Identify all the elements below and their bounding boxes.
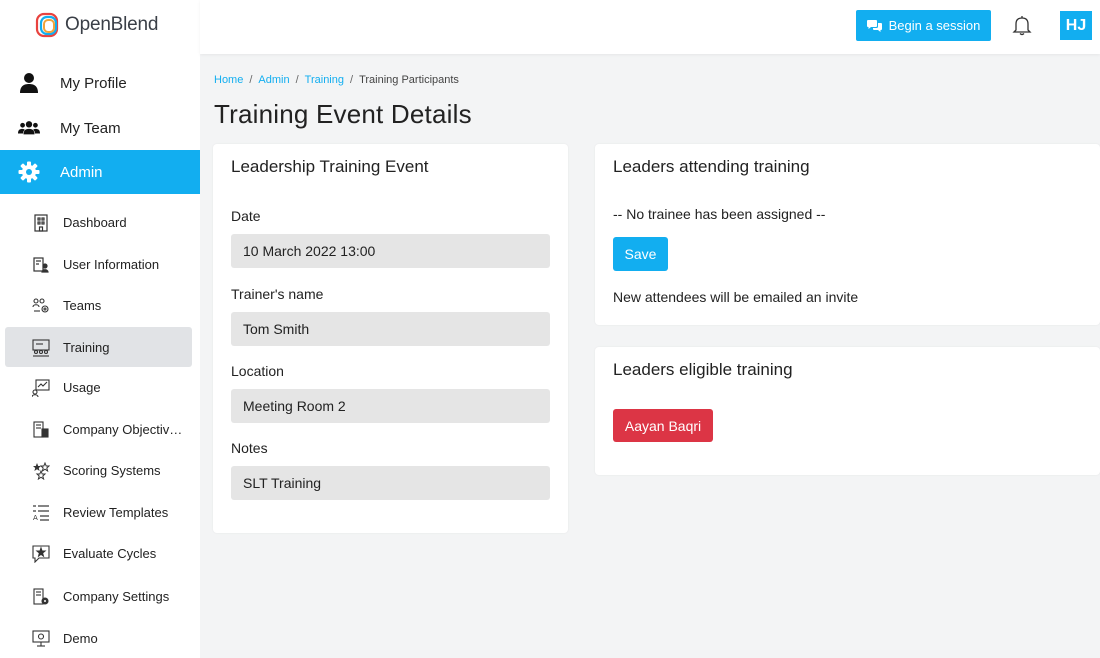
breadcrumb-current: Training Participants: [359, 74, 459, 86]
trainer-name-field: Tom Smith: [231, 312, 550, 346]
nav-label: My Profile: [60, 74, 127, 92]
subnav-company-objectives[interactable]: Company Objectiv…: [5, 409, 192, 449]
subnav-label: Evaluate Cycles: [63, 545, 157, 561]
breadcrumb: Home / Admin / Training / Training Parti…: [214, 74, 459, 86]
notes-field: SLT Training: [231, 466, 550, 500]
begin-session-button[interactable]: Begin a session: [856, 10, 991, 41]
begin-session-label: Begin a session: [888, 18, 981, 33]
location-field: Meeting Room 2: [231, 389, 550, 423]
subnav-training[interactable]: Training: [5, 327, 192, 367]
objectives-icon: [32, 421, 50, 439]
training-icon: [32, 339, 50, 357]
event-details-card: Leadership Training Event Date 10 March …: [213, 144, 568, 533]
nav-my-profile[interactable]: My Profile: [0, 61, 200, 105]
gear-icon: [18, 161, 40, 183]
app-name: OpenBlend: [65, 14, 159, 35]
subnav-evaluate-cycles[interactable]: Evaluate Cycles: [5, 533, 192, 573]
nav-label: Admin: [60, 163, 103, 181]
avatar[interactable]: HJ: [1060, 11, 1092, 40]
subnav-demo[interactable]: Demo: [5, 618, 192, 658]
top-bar: Begin a session HJ: [200, 0, 1100, 54]
eligible-leader-button[interactable]: Aayan Baqri: [613, 409, 713, 442]
trainer-name-label: Trainer's name: [231, 286, 324, 302]
stars-icon: [32, 461, 51, 481]
users-icon: [18, 117, 40, 139]
breadcrumb-home[interactable]: Home: [214, 74, 243, 86]
subnav-teams[interactable]: Teams: [5, 285, 192, 325]
svg-text:A: A: [33, 514, 38, 522]
settings-building-icon: [32, 588, 50, 606]
subnav-dashboard[interactable]: Dashboard: [5, 202, 192, 242]
no-trainee-message: -- No trainee has been assigned --: [613, 206, 826, 222]
subnav-label: Demo: [63, 630, 98, 646]
user-icon: [18, 72, 40, 94]
subnav-label: Teams: [63, 297, 102, 313]
location-label: Location: [231, 363, 284, 379]
subnav-user-information[interactable]: User Information: [5, 244, 192, 284]
subnav-company-settings[interactable]: Company Settings: [5, 576, 192, 616]
subnav-scoring-systems[interactable]: Scoring Systems: [5, 450, 192, 490]
subnav-label: User Information: [63, 256, 160, 272]
sidebar: OpenBlend My Profile My Team Admin Dashb…: [0, 0, 200, 658]
page-title: Training Event Details: [214, 99, 472, 129]
subnav-label: Company Settings: [63, 588, 170, 604]
teams-icon: [32, 297, 50, 315]
notes-label: Notes: [231, 440, 268, 456]
app-logo[interactable]: OpenBlend: [35, 12, 158, 38]
subnav-label: Scoring Systems: [63, 462, 161, 478]
nav-admin[interactable]: Admin: [0, 150, 200, 194]
list-icon: A: [32, 504, 50, 522]
nav-label: My Team: [60, 119, 121, 137]
breadcrumb-separator: /: [295, 74, 299, 86]
chat-icon: [866, 19, 882, 32]
bell-icon[interactable]: [1011, 14, 1033, 36]
subnav-label: Training: [63, 339, 110, 355]
date-label: Date: [231, 208, 261, 224]
event-card-title: Leadership Training Event: [231, 157, 429, 176]
subnav-label: Company Objectiv…: [63, 421, 183, 437]
usage-icon: [31, 379, 50, 398]
openblend-logo-icon: [35, 12, 59, 38]
star-chat-icon: [32, 545, 50, 564]
leaders-attending-card: Leaders attending training -- No trainee…: [595, 144, 1100, 325]
subnav-label: Usage: [63, 379, 101, 395]
breadcrumb-admin[interactable]: Admin: [258, 74, 289, 86]
save-button[interactable]: Save: [613, 237, 668, 271]
nav-my-team[interactable]: My Team: [0, 106, 200, 150]
subnav-usage[interactable]: Usage: [5, 367, 192, 407]
monitor-icon: [32, 630, 50, 648]
subnav-label: Dashboard: [63, 214, 127, 230]
leaders-eligible-card: Leaders eligible training Aayan Baqri: [595, 347, 1100, 475]
breadcrumb-training[interactable]: Training: [305, 74, 344, 86]
breadcrumb-separator: /: [350, 74, 354, 86]
subnav-review-templates[interactable]: A Review Templates: [5, 492, 192, 532]
subnav-label: Review Templates: [63, 504, 169, 520]
eligible-card-title: Leaders eligible training: [613, 360, 793, 379]
invite-note: New attendees will be emailed an invite: [613, 289, 859, 305]
attending-card-title: Leaders attending training: [613, 157, 810, 176]
user-info-icon: [32, 256, 50, 274]
breadcrumb-separator: /: [249, 74, 253, 86]
date-field: 10 March 2022 13:00: [231, 234, 550, 268]
building-icon: [32, 214, 50, 232]
